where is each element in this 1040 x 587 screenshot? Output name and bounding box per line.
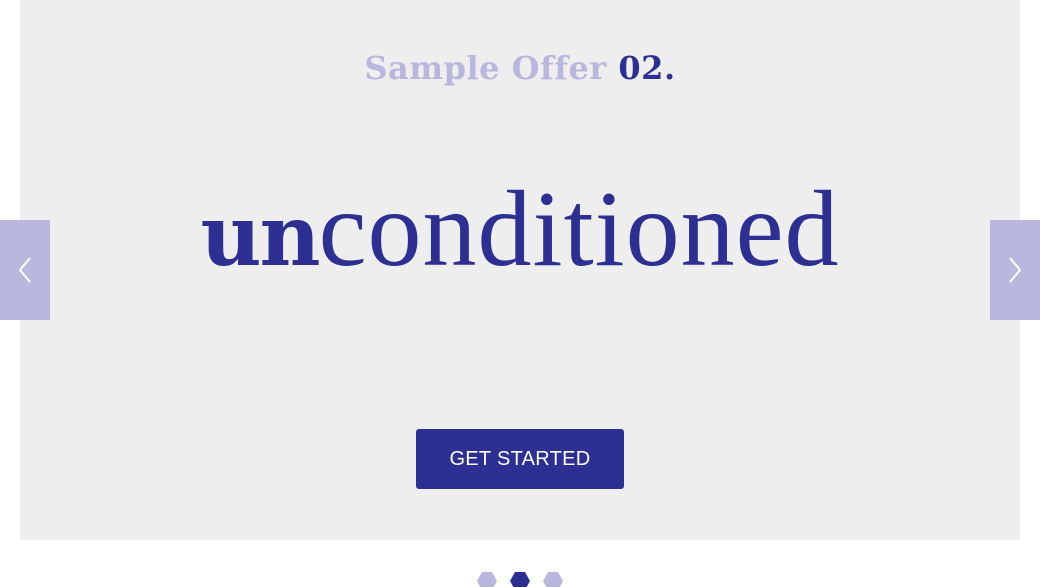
- chevron-right-icon: [1007, 255, 1023, 285]
- pagination-dot-2[interactable]: [509, 570, 531, 587]
- offer-number: 02.: [618, 49, 676, 87]
- carousel-pagination: [0, 568, 1040, 587]
- pagination-dot-1[interactable]: [476, 570, 498, 587]
- headline-stem: conditioned: [318, 170, 840, 289]
- offer-title: Sample Offer 02.: [20, 42, 1020, 94]
- previous-slide-button[interactable]: [0, 220, 50, 320]
- pagination-dot-3[interactable]: [542, 570, 564, 587]
- carousel-slide: Sample Offer 02. unconditioned GET START…: [20, 0, 1020, 540]
- get-started-button[interactable]: GET STARTED: [416, 429, 624, 489]
- slide-headline: unconditioned: [20, 160, 1020, 331]
- next-slide-button[interactable]: [990, 220, 1040, 320]
- chevron-left-icon: [17, 255, 33, 285]
- headline-prefix: un: [200, 186, 320, 285]
- offer-carousel: Sample Offer 02. unconditioned GET START…: [0, 0, 1040, 587]
- offer-title-lead: Sample Offer: [364, 49, 607, 87]
